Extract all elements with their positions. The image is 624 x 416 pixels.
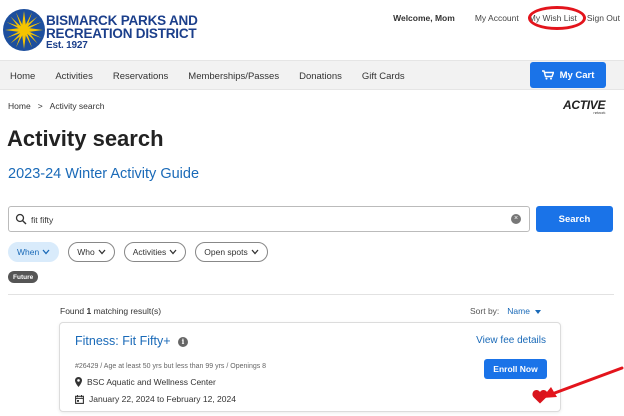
activity-location-text: BSC Aquatic and Wellness Center <box>87 377 216 387</box>
filter-open-spots[interactable]: Open spots <box>195 242 268 262</box>
info-icon[interactable]: i <box>178 337 188 347</box>
nav-item-gift-cards[interactable]: Gift Cards <box>362 71 405 82</box>
chevron-down-icon <box>169 249 177 255</box>
activity-meta: #26429 / Age at least 50 yrs but less th… <box>75 363 267 370</box>
nav-item-reservations[interactable]: Reservations <box>113 71 168 82</box>
nav-item-donations[interactable]: Donations <box>299 71 342 82</box>
chevron-down-icon <box>98 249 106 255</box>
future-filter-tag[interactable]: Future <box>8 271 39 283</box>
caret-down-icon <box>535 310 542 314</box>
search-field[interactable]: × <box>8 206 530 232</box>
breadcrumb: Home > Activity search <box>8 101 104 111</box>
results-found-suffix: matching result(s) <box>93 306 162 316</box>
nav-item-activities[interactable]: Activities <box>55 71 92 82</box>
activity-card: Fitness: Fit Fifty+ i View fee details #… <box>59 322 561 412</box>
results-found-prefix: Found <box>60 306 85 316</box>
filter-bar: When Who Activities Open spots <box>8 242 268 262</box>
search-icon <box>15 213 27 225</box>
activity-dates: January 22, 2024 to February 12, 2024 <box>75 394 236 404</box>
breadcrumb-separator: > <box>37 101 43 111</box>
org-logo[interactable]: BISMARCK PARKS AND RECREATION DISTRICT E… <box>2 8 212 56</box>
results-count-number: 1 <box>86 306 92 316</box>
sort-value: Name <box>507 306 530 316</box>
wish-list-annotation-circle <box>528 6 586 30</box>
org-name-line2: RECREATION DISTRICT <box>46 26 197 41</box>
nav-item-memberships[interactable]: Memberships/Passes <box>188 71 279 82</box>
sort-by: Sort by: Name <box>470 306 542 316</box>
filter-open-spots-label: Open spots <box>204 247 248 257</box>
divider <box>8 294 614 295</box>
breadcrumb-home[interactable]: Home <box>8 101 31 111</box>
activity-title-link[interactable]: Fitness: Fit Fifty+ <box>75 334 171 348</box>
sort-select[interactable]: Name <box>507 306 542 316</box>
filter-activities-label: Activities <box>132 247 167 257</box>
sort-label: Sort by: <box>470 306 500 316</box>
cart-icon <box>541 70 554 80</box>
view-fee-details-link[interactable]: View fee details <box>476 335 546 346</box>
sun-logo-icon <box>3 9 45 51</box>
active-network-logo: ACTIVE network <box>563 98 606 115</box>
my-cart-label: My Cart <box>559 69 595 81</box>
breadcrumb-current: Activity search <box>49 101 105 111</box>
activity-guide-link[interactable]: 2023-24 Winter Activity Guide <box>8 166 199 182</box>
clear-search-icon[interactable]: × <box>511 214 521 224</box>
search-input[interactable] <box>31 211 501 228</box>
calendar-icon <box>75 394 84 404</box>
filter-activities[interactable]: Activities <box>123 242 187 262</box>
sign-out-link[interactable]: Sign Out <box>587 13 620 23</box>
welcome-text: Welcome, Mom <box>393 13 455 23</box>
annotation-arrow-icon <box>542 366 624 398</box>
filter-when-label: When <box>17 247 40 257</box>
chevron-down-icon <box>251 249 259 255</box>
nav-item-home[interactable]: Home <box>10 71 35 82</box>
search-button[interactable]: Search <box>536 206 613 232</box>
results-count: Found 1 matching result(s) <box>60 306 161 316</box>
activity-location: BSC Aquatic and Wellness Center <box>75 377 216 387</box>
enroll-now-button[interactable]: Enroll Now <box>484 359 547 379</box>
org-name: BISMARCK PARKS AND RECREATION DISTRICT E… <box>46 14 198 51</box>
page-title: Activity search <box>7 126 164 151</box>
activity-dates-text: January 22, 2024 to February 12, 2024 <box>89 394 236 404</box>
filter-when[interactable]: When <box>8 242 60 262</box>
my-account-link[interactable]: My Account <box>475 13 519 23</box>
chevron-down-icon <box>42 249 50 255</box>
map-pin-icon <box>75 377 82 387</box>
org-est: Est. 1927 <box>46 40 88 51</box>
filter-who-label: Who <box>77 247 95 257</box>
my-cart-button[interactable]: My Cart <box>530 62 606 88</box>
filter-who[interactable]: Who <box>68 242 115 262</box>
